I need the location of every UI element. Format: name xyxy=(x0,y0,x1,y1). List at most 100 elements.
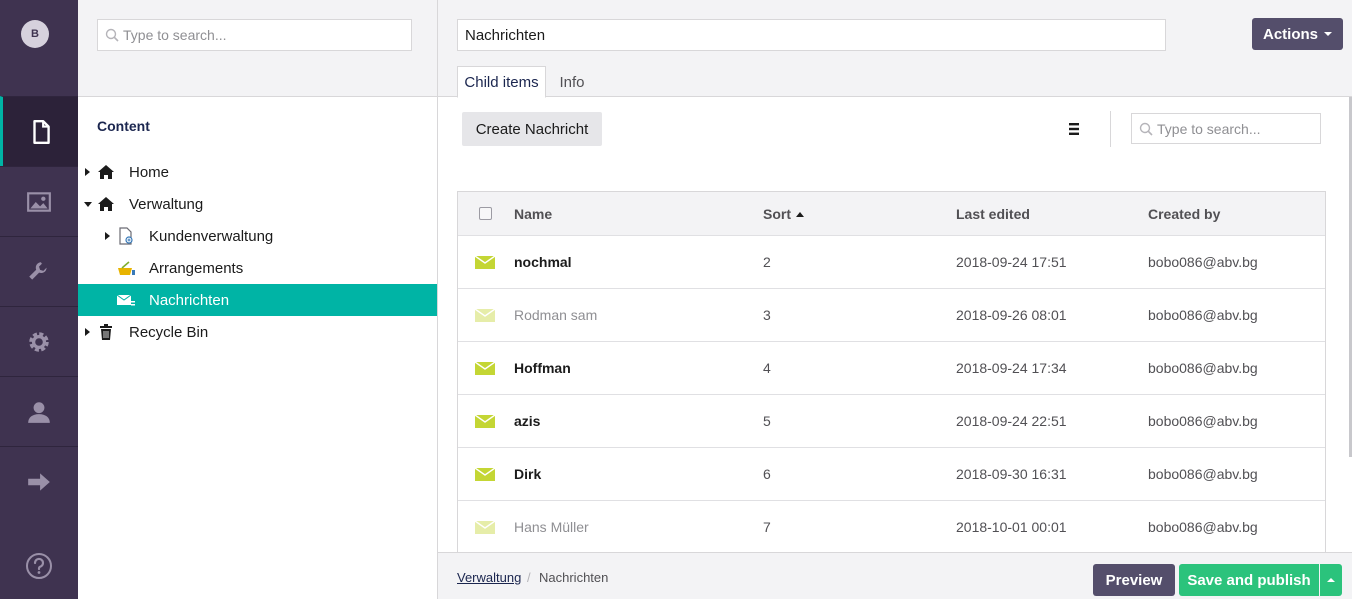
row-last-edited: 2018-09-30 16:31 xyxy=(956,466,1067,482)
table-row[interactable]: Dirk 6 2018-09-30 16:31 bobo086@abv.bg xyxy=(458,448,1325,501)
table-row[interactable]: Hoffman 4 2018-09-24 17:34 bobo086@abv.b… xyxy=(458,342,1325,395)
tree-node-label: Recycle Bin xyxy=(129,323,209,341)
table-row[interactable]: Hans Müller 7 2018-10-01 00:01 bobo086@a… xyxy=(458,501,1325,553)
basket-icon xyxy=(116,258,136,278)
row-last-edited: 2018-10-01 00:01 xyxy=(956,519,1067,535)
column-name[interactable]: Name xyxy=(514,206,552,222)
section-content[interactable] xyxy=(0,96,78,166)
row-name[interactable]: azis xyxy=(514,413,540,429)
actions-button[interactable]: Actions xyxy=(1252,18,1343,50)
column-sort-label: Sort xyxy=(763,206,791,222)
select-all-checkbox[interactable] xyxy=(479,207,492,220)
tab-info[interactable]: Info xyxy=(550,66,594,98)
table-row[interactable]: azis 5 2018-09-24 22:51 bobo086@abv.bg xyxy=(458,395,1325,448)
section-settings[interactable] xyxy=(0,236,78,306)
collapse-caret-icon[interactable] xyxy=(84,201,92,207)
wrench-icon xyxy=(29,261,47,280)
preview-button[interactable]: Preview xyxy=(1093,564,1175,596)
row-name[interactable]: Rodman sam xyxy=(514,307,597,323)
section-developer[interactable] xyxy=(0,306,78,376)
envelope-list-icon xyxy=(116,290,136,310)
breadcrumb-verwaltung[interactable]: Verwaltung xyxy=(457,570,521,585)
help-button[interactable] xyxy=(0,548,78,584)
search-icon xyxy=(1139,122,1153,136)
editor-footer: Verwaltung / Nachrichten Preview Save an… xyxy=(438,552,1352,599)
create-nachricht-button[interactable]: Create Nachricht xyxy=(462,112,602,146)
tree-node-label: Nachrichten xyxy=(149,291,230,309)
row-created-by: bobo086@abv.bg xyxy=(1148,466,1258,482)
child-items-table: Name Sort Last edited Created by nochmal… xyxy=(457,191,1326,553)
envelope-icon xyxy=(475,309,495,322)
editor-panel: Nachrichten Actions Child items Info Cre… xyxy=(438,0,1352,599)
tree-node-label: Verwaltung xyxy=(129,195,204,213)
envelope-icon xyxy=(475,256,495,269)
breadcrumb-current: Nachrichten xyxy=(539,570,609,585)
save-options-button[interactable] xyxy=(1320,564,1342,596)
sort-ascending-icon xyxy=(796,212,804,217)
row-created-by: bobo086@abv.bg xyxy=(1148,254,1258,270)
home-icon xyxy=(96,162,116,182)
row-sort: 5 xyxy=(763,413,771,429)
tree-node-label: Home xyxy=(129,163,170,181)
table-header: Name Sort Last edited Created by xyxy=(458,192,1325,236)
row-created-by: bobo086@abv.bg xyxy=(1148,307,1258,323)
tree-search-input[interactable]: Type to search... xyxy=(97,19,412,51)
chevron-up-icon xyxy=(1327,578,1335,582)
list-view-icon[interactable] xyxy=(1065,121,1083,137)
column-last-edited[interactable]: Last edited xyxy=(956,206,1030,222)
node-name-input[interactable]: Nachrichten xyxy=(457,19,1166,51)
trash-icon xyxy=(96,322,116,342)
envelope-icon xyxy=(475,521,495,534)
arrow-right-icon xyxy=(28,472,50,491)
row-sort: 3 xyxy=(763,307,771,323)
tree-node-arrangements[interactable]: Arrangements xyxy=(78,252,437,284)
envelope-icon xyxy=(475,362,495,375)
expand-caret-icon[interactable] xyxy=(105,232,110,240)
gear-icon xyxy=(29,331,49,352)
tree-node-recycle-bin[interactable]: Recycle Bin xyxy=(78,316,437,348)
tree-node-nachrichten[interactable]: Nachrichten xyxy=(78,284,437,316)
section-users[interactable] xyxy=(0,376,78,446)
image-icon xyxy=(27,191,51,212)
envelope-icon xyxy=(475,415,495,428)
document-plus-icon xyxy=(116,226,136,246)
row-sort: 2 xyxy=(763,254,771,270)
row-last-edited: 2018-09-24 17:51 xyxy=(956,254,1067,270)
section-rail: B xyxy=(0,0,78,599)
row-sort: 7 xyxy=(763,519,771,535)
row-created-by: bobo086@abv.bg xyxy=(1148,413,1258,429)
table-row[interactable]: nochmal 2 2018-09-24 17:51 bobo086@abv.b… xyxy=(458,236,1325,289)
list-search-input[interactable]: Type to search... xyxy=(1131,113,1321,144)
actions-label: Actions xyxy=(1262,25,1318,43)
table-row[interactable]: Rodman sam 3 2018-09-26 08:01 bobo086@ab… xyxy=(458,289,1325,342)
editor-header: Nachrichten Actions Child items Info xyxy=(438,0,1352,98)
row-sort: 4 xyxy=(763,360,771,376)
save-and-publish-button[interactable]: Save and publish xyxy=(1179,564,1319,596)
expand-caret-icon[interactable] xyxy=(85,168,90,176)
section-forms[interactable] xyxy=(0,446,78,516)
envelope-icon xyxy=(475,468,495,481)
row-name[interactable]: Dirk xyxy=(514,466,541,482)
tree-node-kundenverwaltung[interactable]: Kundenverwaltung xyxy=(78,220,437,252)
avatar[interactable]: B xyxy=(21,20,49,48)
row-last-edited: 2018-09-24 22:51 xyxy=(956,413,1067,429)
toolbar-divider xyxy=(1110,111,1111,147)
tree-node-verwaltung[interactable]: Verwaltung xyxy=(78,188,437,220)
search-icon xyxy=(105,28,119,42)
list-search-placeholder: Type to search... xyxy=(1157,120,1261,137)
tree-search-placeholder: Type to search... xyxy=(123,27,227,43)
tree-node-label: Arrangements xyxy=(149,259,244,277)
row-name[interactable]: Hoffman xyxy=(514,360,571,376)
row-name[interactable]: Hans Müller xyxy=(514,519,589,535)
row-name[interactable]: nochmal xyxy=(514,254,572,270)
document-icon xyxy=(32,119,50,144)
tree-node-home[interactable]: Home xyxy=(78,156,437,188)
tab-child-items[interactable]: Child items xyxy=(457,66,546,98)
row-last-edited: 2018-09-26 08:01 xyxy=(956,307,1067,323)
expand-caret-icon[interactable] xyxy=(85,328,90,336)
section-media[interactable] xyxy=(0,166,78,236)
user-icon xyxy=(28,401,50,423)
column-sort[interactable]: Sort xyxy=(763,206,804,222)
column-created-by[interactable]: Created by xyxy=(1148,206,1220,222)
row-created-by: bobo086@abv.bg xyxy=(1148,360,1258,376)
